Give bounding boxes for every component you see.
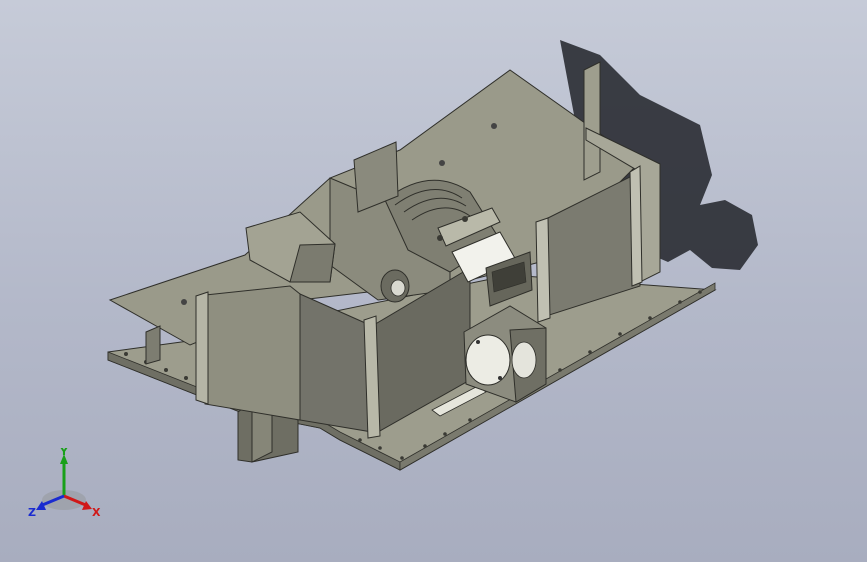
model-view[interactable] [0,0,867,562]
front-duct-panel[interactable] [195,285,373,433]
y-axis-label: Y [59,448,69,458]
z-axis-label: Z [28,506,36,519]
coordinate-triad: Y X Z [28,448,101,519]
graphics-viewport[interactable]: Y X Z [0,0,867,562]
hub-bearing[interactable] [380,269,410,303]
x-axis-label: X [92,506,101,519]
